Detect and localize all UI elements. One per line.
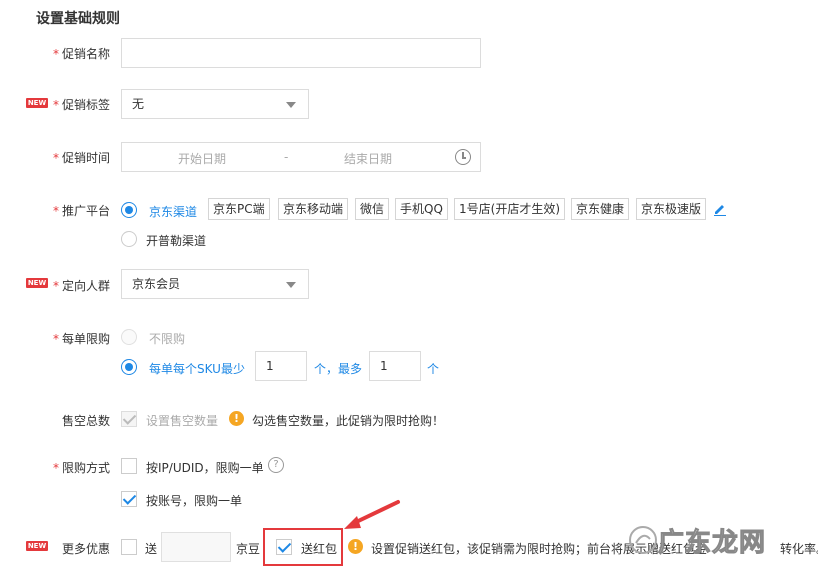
send-label: 送 [145, 542, 158, 556]
limit-method-label: * 限购方式 [52, 461, 110, 475]
sku-limit-label: 每单每个SKU最少 [149, 362, 245, 376]
platform-tag[interactable]: 手机QQ [395, 198, 448, 220]
audience-label: * 定向人群 [52, 279, 110, 293]
promo-name-label: * 促销名称 [52, 47, 110, 61]
radio-sku-limit[interactable] [121, 359, 137, 375]
radio-pujin-channel[interactable] [121, 231, 137, 247]
section-title: 设置基础规则 [36, 11, 120, 27]
ip-limit-checkbox[interactable] [121, 458, 137, 474]
platform-tag[interactable]: 京东极速版 [636, 198, 707, 220]
promo-tag-label: * 促销标签 [52, 98, 110, 112]
sold-out-checkbox-label: 设置售空数量 [146, 414, 219, 428]
date-separator: - [284, 150, 289, 164]
radio-no-limit[interactable] [121, 329, 137, 345]
watermark-logo-icon [629, 526, 657, 554]
audience-select[interactable]: 京东会员 [121, 269, 309, 299]
start-date-input[interactable]: 开始日期 [178, 150, 226, 167]
platform-label: * 推广平台 [52, 204, 110, 218]
radio-jd-channel[interactable] [121, 202, 137, 218]
promo-tag-select[interactable]: 无 [121, 89, 309, 119]
chevron-down-icon [286, 102, 296, 108]
limit-mid-text: 个，最多 [314, 362, 363, 376]
platform-tag[interactable]: 微信 [355, 198, 390, 220]
jd-channel-label: 京东渠道 [149, 205, 198, 219]
platform-tag[interactable]: 京东PC端 [208, 198, 270, 220]
chevron-down-icon [286, 282, 296, 288]
platform-tag[interactable]: 京东健康 [571, 198, 630, 220]
platform-tag[interactable]: 京东移动端 [278, 198, 349, 220]
watermark-text: 广东龙网 [657, 528, 767, 559]
account-limit-checkbox[interactable] [121, 491, 137, 507]
no-limit-label: 不限购 [149, 332, 186, 346]
annotation-arrow-icon [344, 500, 400, 529]
min-quantity-input[interactable]: 1 [255, 351, 307, 381]
send-bean-checkbox[interactable] [121, 539, 137, 555]
ip-limit-label: 按IP/UDID，限购一单 [146, 461, 264, 475]
order-limit-label: * 每单限购 [52, 332, 110, 346]
more-offers-label: 更多优惠 [61, 542, 110, 556]
pencil-icon[interactable] [713, 202, 727, 216]
bean-quantity-input[interactable] [161, 532, 231, 562]
warning-icon: ! [348, 539, 363, 554]
red-packet-warning-tail: 转化率。 [780, 542, 818, 556]
limit-unit: 个 [427, 362, 440, 376]
bean-unit: 京豆 [236, 542, 261, 556]
warning-icon: ! [229, 411, 244, 426]
pujin-channel-label: 开普勒渠道 [146, 234, 207, 248]
promo-time-label: * 促销时间 [52, 151, 110, 165]
clock-icon[interactable] [455, 149, 471, 165]
sold-out-label: 售空总数 [61, 414, 110, 428]
end-date-input[interactable]: 结束日期 [344, 150, 392, 167]
platform-tag[interactable]: 1号店(开店才生效) [454, 198, 565, 220]
promo-name-input[interactable] [121, 38, 481, 68]
max-quantity-input[interactable]: 1 [369, 351, 421, 381]
sold-out-warning: 勾选售空数量，此促销为限时抢购！ [252, 414, 445, 428]
account-limit-label: 按账号，限购一单 [146, 494, 243, 508]
sold-out-checkbox[interactable] [121, 411, 137, 427]
date-range-picker[interactable]: 开始日期 - 结束日期 [121, 142, 481, 172]
question-icon[interactable]: ? [268, 457, 284, 473]
